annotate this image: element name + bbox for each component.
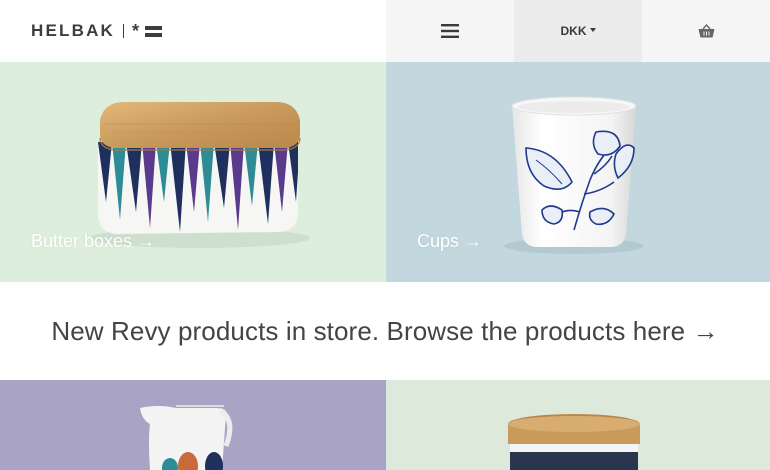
logo-star-icon: * [132,21,140,41]
logo-bars-icon [145,25,163,37]
jar-image [508,414,640,470]
product-tile-jug[interactable] [0,380,386,470]
currency-label: DKK [560,24,587,38]
cart-button[interactable] [642,0,770,62]
category-tile-butter-boxes[interactable]: Butter boxes → [0,62,386,282]
category-label-cups[interactable]: Cups → [417,231,482,252]
brand-logo[interactable]: HELBAK * [31,18,163,44]
currency-selector[interactable]: DKK [514,0,642,62]
logo-mark: * [132,21,163,41]
promo-banner: New Revy products in store. Browse the p… [0,282,770,380]
category-tile-cups[interactable]: Cups → [386,62,770,282]
menu-button[interactable] [386,0,514,62]
basket-icon [698,24,714,38]
promo-link[interactable]: New Revy products in store. Browse the p… [51,316,718,347]
logo-divider [123,24,125,38]
brand-name: HELBAK [31,21,116,40]
caret-down-icon [589,28,596,32]
site-header: HELBAK * DKK [0,0,770,62]
logo-area: HELBAK * [0,0,386,62]
hamburger-menu-icon [441,24,459,38]
category-label-butter-boxes[interactable]: Butter boxes → [31,231,155,252]
product-tile-jar[interactable] [386,380,770,470]
jug-image [140,405,233,470]
